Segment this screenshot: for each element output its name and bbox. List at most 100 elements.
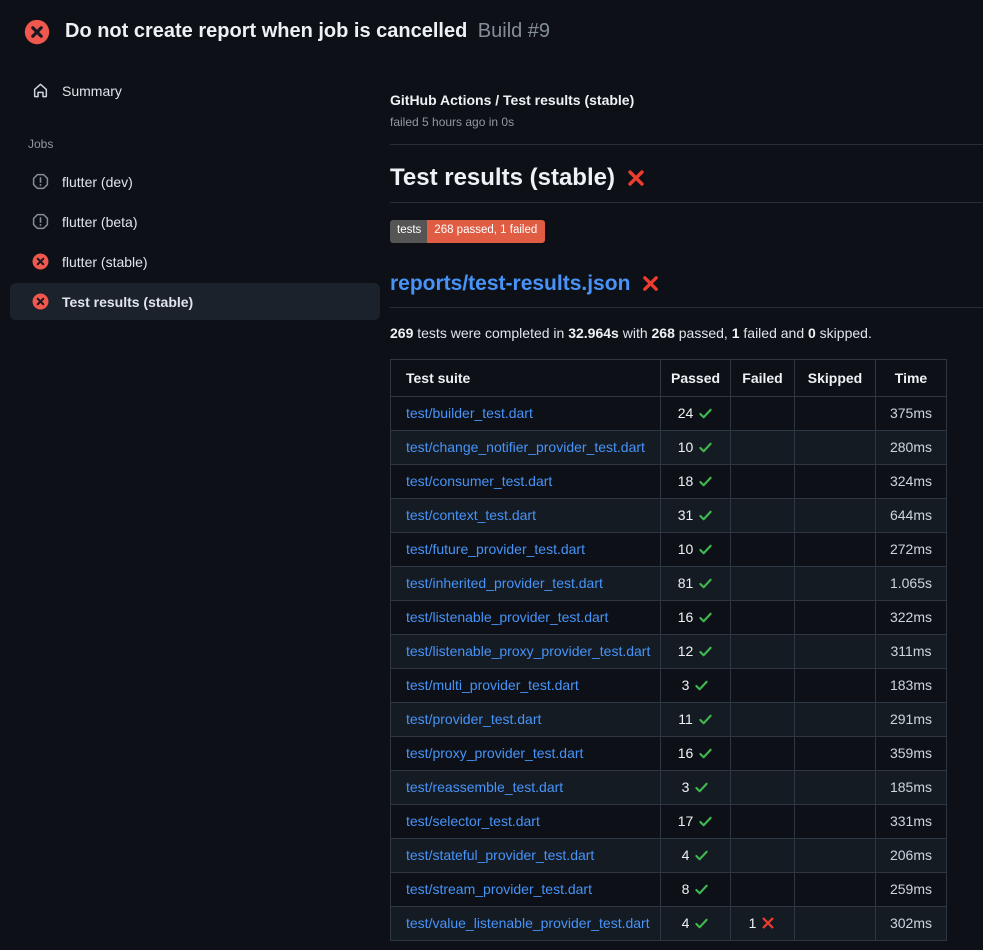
test-suite-link[interactable]: test/builder_test.dart <box>406 405 533 421</box>
check-icon <box>698 610 713 625</box>
skipped-cell <box>795 872 876 906</box>
column-header-passed: Passed <box>661 359 731 396</box>
test-results-table: Test suite Passed Failed Skipped Time te… <box>390 359 947 941</box>
column-header-failed: Failed <box>731 359 795 396</box>
passed-cell: 4 <box>661 906 731 940</box>
failed-cell: 1 <box>731 906 795 940</box>
test-suite-cell: test/change_notifier_provider_test.dart <box>391 430 661 464</box>
table-row: test/listenable_provider_test.dart 16 322m… <box>391 600 947 634</box>
skipped-cell <box>795 770 876 804</box>
time-cell: 259ms <box>876 872 947 906</box>
count-value: 4 <box>682 847 690 863</box>
check-icon <box>698 644 713 659</box>
section-title: Test results (stable) <box>390 164 983 203</box>
test-suite-link[interactable]: test/multi_provider_test.dart <box>406 677 579 693</box>
skipped-cell <box>795 532 876 566</box>
count-value: 81 <box>678 575 694 591</box>
time-cell: 331ms <box>876 804 947 838</box>
table-row: test/context_test.dart31644ms <box>391 498 947 532</box>
count-value: 10 <box>678 541 694 557</box>
time-cell: 291ms <box>876 702 947 736</box>
build-number: Build #9 <box>478 20 550 42</box>
skipped-cell <box>795 566 876 600</box>
tests-status-badge: tests 268 passed, 1 failed <box>390 220 545 243</box>
x-icon <box>761 916 776 931</box>
window-header: Do not create report when job is cancell… <box>0 0 983 56</box>
sidebar: Summary Jobs flutter (dev) flutter (beta)… <box>0 56 390 323</box>
count-value: 1 <box>749 915 757 931</box>
failed-cell <box>731 566 795 600</box>
time-cell: 311ms <box>876 634 947 668</box>
jobs-section-label: Jobs <box>28 137 390 151</box>
skipped-cell <box>795 430 876 464</box>
check-icon <box>698 508 713 523</box>
cancelled-status-icon <box>32 173 49 190</box>
table-header-row: Test suite Passed Failed Skipped Time <box>391 359 947 396</box>
sidebar-item-label: flutter (beta) <box>62 214 137 230</box>
test-suite-link[interactable]: test/reassemble_test.dart <box>406 779 563 795</box>
time-cell: 1.065s <box>876 566 947 600</box>
summary-fragment: 268 <box>652 325 675 341</box>
test-suite-link[interactable]: test/listenable_provider_test.dart <box>406 609 608 625</box>
table-row: test/value_listenable_provider_test.dart… <box>391 906 947 940</box>
time-cell: 206ms <box>876 838 947 872</box>
test-suite-link[interactable]: test/selector_test.dart <box>406 813 540 829</box>
count-value: 11 <box>678 711 693 727</box>
test-suite-cell: test/provider_test.dart <box>391 702 661 736</box>
test-suite-link[interactable]: test/consumer_test.dart <box>406 473 552 489</box>
passed-cell: 8 <box>661 872 731 906</box>
test-suite-link[interactable]: test/value_listenable_provider_test.dart <box>406 915 650 931</box>
test-suite-link[interactable]: test/listenable_proxy_provider_test.dart <box>406 643 650 659</box>
sidebar-item-job-4[interactable]: Test results (stable) <box>10 283 380 320</box>
count-value: 16 <box>678 609 694 625</box>
test-suite-link[interactable]: test/future_provider_test.dart <box>406 541 585 557</box>
jobs-list: flutter (dev) flutter (beta) flutter (stab… <box>0 163 390 320</box>
column-header-skipped: Skipped <box>795 359 876 396</box>
test-suite-link[interactable]: test/stream_provider_test.dart <box>406 881 592 897</box>
report-file-link[interactable]: reports/test-results.json <box>390 272 630 296</box>
passed-cell: 81 <box>661 566 731 600</box>
column-header-time: Time <box>876 359 947 396</box>
sidebar-item-summary[interactable]: Summary <box>10 72 380 109</box>
test-suite-cell: test/inherited_provider_test.dart <box>391 566 661 600</box>
skipped-cell <box>795 634 876 668</box>
time-cell: 322ms <box>876 600 947 634</box>
time-cell: 272ms <box>876 532 947 566</box>
failed-cell <box>731 396 795 430</box>
test-suite-link[interactable]: test/context_test.dart <box>406 507 536 523</box>
header-divider <box>390 144 983 145</box>
count-value: 4 <box>682 915 690 931</box>
failed-cell <box>731 804 795 838</box>
report-title: reports/test-results.json <box>390 272 983 308</box>
passed-cell: 11 <box>661 702 731 736</box>
badge-label: tests <box>390 220 427 243</box>
table-row: test/multi_provider_test.dart3183ms <box>391 668 947 702</box>
test-suite-link[interactable]: test/change_notifier_provider_test.dart <box>406 439 645 455</box>
test-suite-link[interactable]: test/proxy_provider_test.dart <box>406 745 583 761</box>
test-suite-link[interactable]: test/inherited_provider_test.dart <box>406 575 603 591</box>
failed-x-icon <box>641 274 660 293</box>
failed-cell <box>731 872 795 906</box>
main-content: GitHub Actions / Test results (stable) f… <box>390 56 983 941</box>
table-row: test/stateful_provider_test.dart 4 206ms <box>391 838 947 872</box>
sidebar-item-job-3[interactable]: flutter (stable) <box>10 243 380 280</box>
count-value: 8 <box>682 881 690 897</box>
count-value: 3 <box>682 677 690 693</box>
check-icon <box>694 780 709 795</box>
check-icon <box>694 882 709 897</box>
test-suite-link[interactable]: test/stateful_provider_test.dart <box>406 847 594 863</box>
time-cell: 375ms <box>876 396 947 430</box>
test-suite-cell: test/reassemble_test.dart <box>391 770 661 804</box>
count-value: 12 <box>678 643 694 659</box>
test-suite-link[interactable]: test/provider_test.dart <box>406 711 541 727</box>
passed-cell: 10 <box>661 532 731 566</box>
test-summary-text: 269 tests were completed in 32.964s with… <box>390 325 983 341</box>
check-icon <box>698 746 713 761</box>
skipped-cell <box>795 702 876 736</box>
passed-cell: 18 <box>661 464 731 498</box>
sidebar-item-job-1[interactable]: flutter (dev) <box>10 163 380 200</box>
summary-fragment: 269 <box>390 325 413 341</box>
count-value: 24 <box>678 405 694 421</box>
summary-fragment: 1 <box>732 325 740 341</box>
sidebar-item-job-2[interactable]: flutter (beta) <box>10 203 380 240</box>
